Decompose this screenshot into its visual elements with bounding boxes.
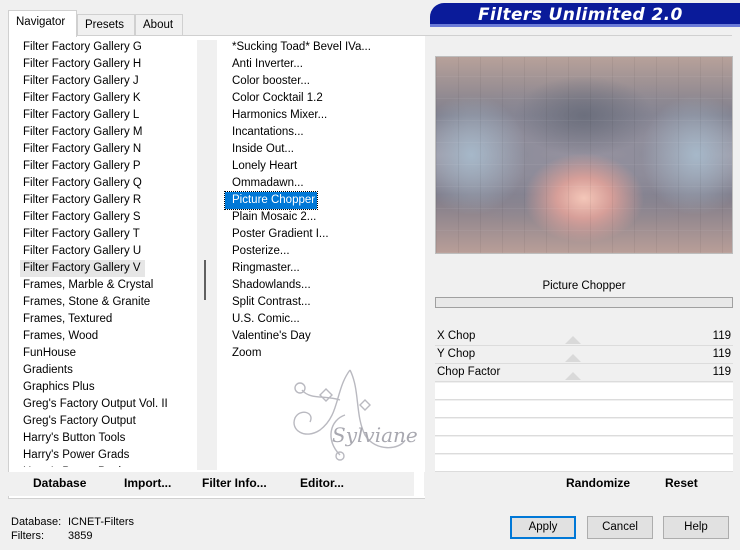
filter-item[interactable]: Harmonics Mixer... [225, 107, 329, 124]
filter-preview-image [435, 56, 733, 254]
param-separator-bar [435, 297, 733, 308]
category-item[interactable]: Filter Factory Gallery T [20, 226, 201, 243]
param-value: 119 [712, 330, 731, 342]
filter-item[interactable]: *Sucking Toad* Bevel IVa... [225, 39, 373, 56]
filter-item[interactable]: Picture Chopper [223, 191, 319, 210]
category-item[interactable]: Filter Factory Gallery N [20, 141, 201, 158]
category-item[interactable]: Greg's Factory Output Vol. II [20, 396, 201, 413]
param-label: Y Chop [437, 348, 476, 360]
editor-button[interactable]: Editor... [300, 476, 344, 490]
param-row-chop-factor[interactable]: Chop Factor 119 [435, 364, 733, 382]
category-scrollbar[interactable] [197, 40, 217, 470]
filter-item[interactable]: Zoom [225, 345, 263, 362]
filters-count-label: Filters: [11, 530, 44, 542]
category-item[interactable]: Filter Factory Gallery Q [20, 175, 201, 192]
slider-thumb[interactable] [565, 354, 581, 362]
cancel-button[interactable]: Cancel [587, 516, 653, 539]
filter-item[interactable]: U.S. Comic... [225, 311, 302, 328]
category-item[interactable]: Frames, Wood [20, 328, 201, 345]
category-item[interactable]: Filter Factory Gallery K [20, 90, 201, 107]
param-value: 119 [712, 348, 731, 360]
filter-item[interactable]: Lonely Heart [225, 158, 299, 175]
filter-name-label: Picture Chopper [542, 280, 626, 292]
window-title: Filters Unlimited 2.0 [478, 5, 683, 25]
category-item[interactable]: Frames, Stone & Granite [20, 294, 201, 311]
tab-navigator[interactable]: Navigator [8, 10, 77, 37]
filter-item[interactable]: Color booster... [225, 73, 312, 90]
database-label: Database: [11, 516, 62, 528]
filter-item[interactable]: Poster Gradient I... [225, 226, 331, 243]
category-item[interactable]: Frames, Marble & Crystal [20, 277, 201, 294]
randomize-button[interactable]: Randomize [566, 476, 630, 490]
category-item[interactable]: Frames, Textured [20, 311, 201, 328]
database-value: ICNET-Filters [68, 516, 134, 528]
filter-item[interactable]: Anti Inverter... [225, 56, 305, 73]
category-item[interactable]: Greg's Factory Output [20, 413, 201, 430]
status-info: Database: ICNET-Filters Filters: 3859 [11, 515, 134, 543]
filters-count-value: 3859 [68, 530, 93, 542]
apply-button[interactable]: Apply [510, 516, 576, 539]
category-item[interactable]: Filter Factory Gallery G [20, 39, 201, 56]
category-item[interactable]: Filter Factory Gallery L [20, 107, 201, 124]
param-label: X Chop [437, 330, 476, 342]
filter-item[interactable]: Valentine's Day [225, 328, 313, 345]
param-row-empty [435, 419, 733, 436]
filter-item[interactable]: Color Cocktail 1.2 [225, 90, 325, 107]
param-row-empty [435, 383, 733, 400]
category-item[interactable]: Filter Factory Gallery S [20, 209, 201, 226]
category-item[interactable]: Filter Factory Gallery J [20, 73, 201, 90]
param-row-empty [435, 401, 733, 418]
filter-item[interactable]: Inside Out... [225, 141, 296, 158]
right-button-bar: Randomize Reset [424, 472, 724, 496]
tab-about[interactable]: About [135, 14, 183, 36]
filter-info-button[interactable]: Filter Info... [202, 476, 267, 490]
category-item[interactable]: Graphics Plus [20, 379, 201, 396]
category-item[interactable]: Filter Factory Gallery U [20, 243, 201, 260]
category-item[interactable]: Harry's Power Grads [20, 447, 201, 464]
filter-list[interactable]: *Sucking Toad* Bevel IVa... Anti Inverter… [217, 39, 427, 467]
filter-item[interactable]: Incantations... [225, 124, 306, 141]
reset-button[interactable]: Reset [665, 476, 698, 490]
database-button[interactable]: Database [33, 476, 86, 490]
filter-item[interactable]: Ommadawn... [225, 175, 306, 192]
param-row-empty [435, 437, 733, 454]
filter-item[interactable]: Plain Mosaic 2... [225, 209, 318, 226]
category-item[interactable]: Filter Factory Gallery P [20, 158, 201, 175]
param-value: 119 [712, 366, 731, 378]
param-row-y-chop[interactable]: Y Chop 119 [435, 346, 733, 364]
filter-item[interactable]: Shadowlands... [225, 277, 313, 294]
left-button-bar: Database Import... Filter Info... Editor… [8, 472, 414, 496]
title-banner: Filters Unlimited 2.0 [430, 3, 740, 27]
category-item[interactable]: FunHouse [20, 345, 201, 362]
help-button[interactable]: Help [663, 516, 729, 539]
category-item[interactable]: Filter Factory Gallery M [20, 124, 201, 141]
filter-item[interactable]: Split Contrast... [225, 294, 313, 311]
tab-presets[interactable]: Presets [77, 14, 135, 36]
filter-item[interactable]: Ringmaster... [225, 260, 302, 277]
slider-thumb[interactable] [565, 372, 581, 380]
navigator-panel: Filter Factory Gallery G Filter Factory G… [8, 35, 733, 499]
category-item[interactable]: Filter Factory Gallery H [20, 56, 201, 73]
preview-panel: Picture Chopper X Chop 119 Y Chop 119 Ch… [425, 36, 733, 499]
param-row-empty [435, 455, 733, 472]
category-item[interactable]: Filter Factory Gallery R [20, 192, 201, 209]
category-item[interactable]: Gradients [20, 362, 201, 379]
slider-thumb[interactable] [565, 336, 581, 344]
import-button[interactable]: Import... [124, 476, 171, 490]
category-item[interactable]: Harry's Power Pools [20, 464, 201, 467]
param-label: Chop Factor [437, 366, 501, 378]
filter-item[interactable]: Posterize... [225, 243, 292, 260]
scrollbar-thumb[interactable] [204, 260, 206, 300]
category-item[interactable]: Filter Factory Gallery V [20, 260, 145, 277]
category-item[interactable]: Harry's Button Tools [20, 430, 201, 447]
param-row-x-chop[interactable]: X Chop 119 [435, 328, 733, 346]
category-list[interactable]: Filter Factory Gallery G Filter Factory G… [9, 39, 201, 467]
